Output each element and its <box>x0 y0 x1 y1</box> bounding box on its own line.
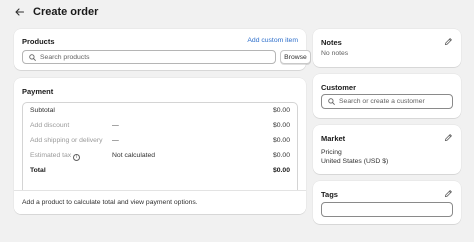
notes-card: Notes No notes <box>313 29 461 67</box>
shipping-row: Add shipping or delivery — $0.00 <box>23 133 297 148</box>
tax-row: Estimated tax i Not calculated $0.00 <box>23 148 297 163</box>
search-icon <box>29 53 36 61</box>
arrow-left-icon <box>14 8 24 16</box>
add-custom-item-link[interactable]: Add custom item <box>247 37 298 44</box>
pencil-icon[interactable] <box>444 133 453 142</box>
info-icon[interactable]: i <box>73 154 81 161</box>
products-card: Products Add custom item Search products… <box>14 29 311 70</box>
notes-title: Notes <box>321 38 342 47</box>
product-search-input[interactable]: Search products <box>22 50 276 64</box>
tags-input[interactable] <box>321 202 453 217</box>
payment-footer: Add a product to calculate total and vie… <box>14 190 306 214</box>
total-label: Total <box>30 167 46 174</box>
pencil-icon[interactable] <box>444 189 453 198</box>
tags-card: Tags <box>313 181 461 224</box>
pricing-value: United States (USD $) <box>321 158 389 165</box>
payment-card: Payment Subtotal $0.00 Add discount — $0… <box>14 78 306 214</box>
subtotal-row: Subtotal $0.00 <box>23 103 297 118</box>
add-discount-link[interactable]: Add discount <box>30 122 69 129</box>
customer-search-placeholder: Search or create a customer <box>339 98 425 105</box>
page-header: Create order <box>13 4 98 20</box>
customer-search-input[interactable]: Search or create a customer <box>321 94 453 109</box>
products-title: Products <box>22 37 55 46</box>
browse-button[interactable]: Browse <box>280 50 311 64</box>
back-button[interactable] <box>13 5 25 19</box>
market-card: Market Pricing United States (USD $) <box>313 125 461 174</box>
payment-footer-text: Add a product to calculate total and vie… <box>22 199 198 206</box>
payment-summary: Subtotal $0.00 Add discount — $0.00 Add … <box>22 102 298 204</box>
shipping-amount: $0.00 <box>272 137 290 144</box>
product-search-placeholder: Search products <box>40 53 90 61</box>
payment-title: Payment <box>22 87 54 96</box>
search-icon <box>328 98 335 105</box>
discount-value: — <box>112 122 119 129</box>
pencil-icon[interactable] <box>444 37 453 46</box>
customer-card: Customer Search or create a customer <box>313 74 461 118</box>
shipping-value: — <box>112 137 119 144</box>
total-amount: $0.00 <box>272 167 290 174</box>
page-title: Create order <box>33 6 99 18</box>
total-row: Total $0.00 <box>23 163 297 178</box>
subtotal-label: Subtotal <box>30 107 55 114</box>
add-shipping-link[interactable]: Add shipping or delivery <box>30 137 103 144</box>
market-title: Market <box>321 134 346 143</box>
pricing-label: Pricing <box>321 149 342 156</box>
tax-amount: $0.00 <box>272 152 290 159</box>
tax-status: Not calculated <box>112 152 156 159</box>
notes-text: No notes <box>321 50 349 57</box>
customer-title: Customer <box>321 83 357 92</box>
discount-row: Add discount — $0.00 <box>23 118 297 133</box>
estimated-tax-text: Estimated tax <box>30 152 72 159</box>
discount-amount: $0.00 <box>272 122 290 129</box>
subtotal-amount: $0.00 <box>272 107 290 114</box>
estimated-tax-label: Estimated tax i <box>30 152 81 161</box>
tags-title: Tags <box>321 190 338 199</box>
